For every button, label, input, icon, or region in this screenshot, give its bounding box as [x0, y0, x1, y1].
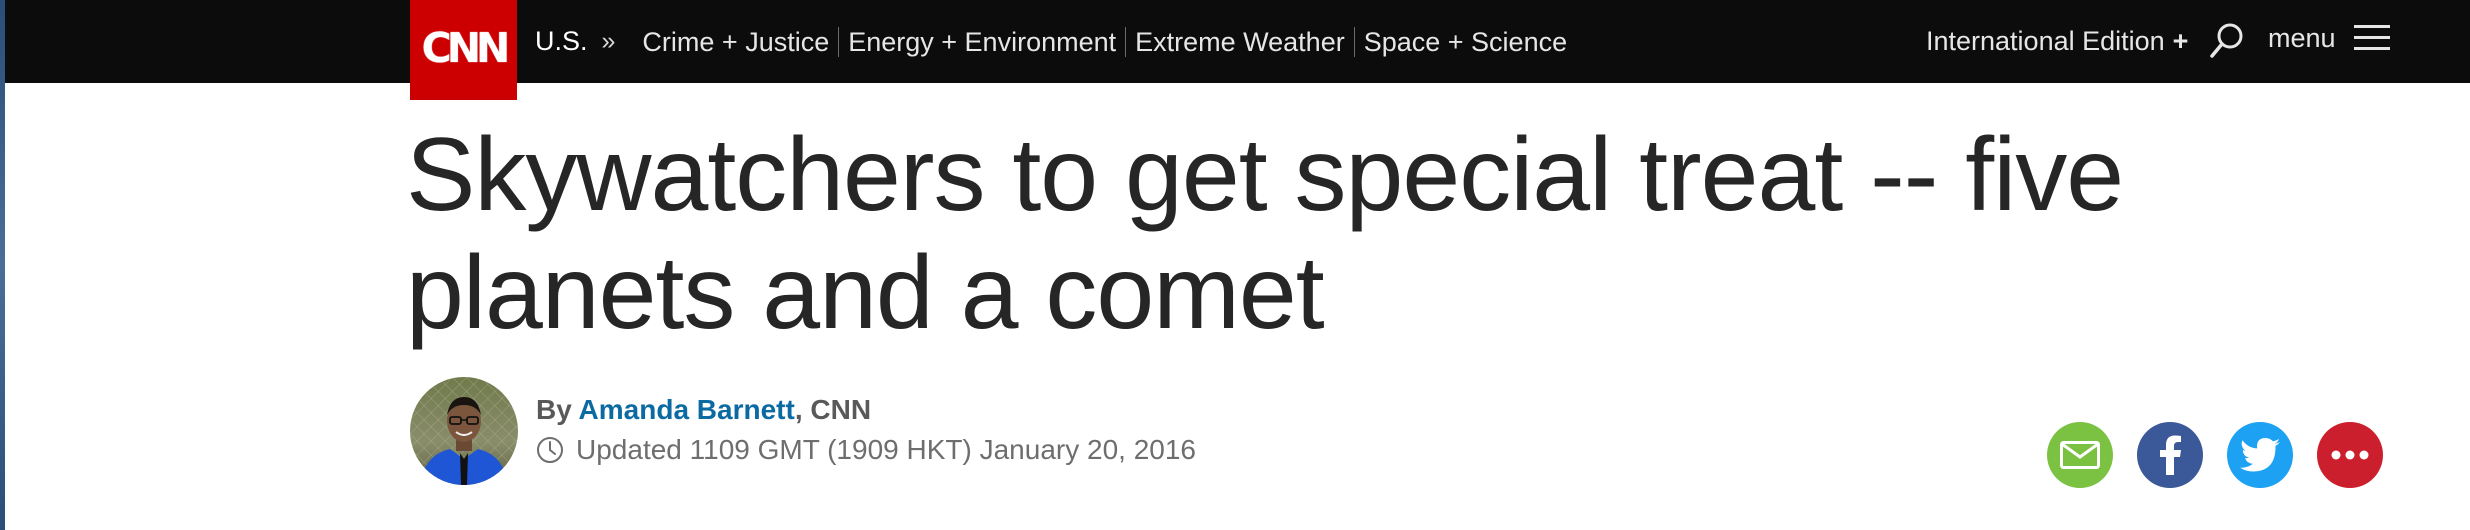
cnn-logo[interactable]: CNN [410, 0, 517, 100]
edition-plus-icon: + [2172, 26, 2189, 56]
share-email-button[interactable] [2047, 422, 2113, 488]
share-more-button[interactable] [2317, 422, 2383, 488]
author-link[interactable]: Amanda Barnett [579, 394, 795, 425]
byline-source: , CNN [794, 394, 872, 425]
edition-selector[interactable]: International Edition + [1926, 0, 2188, 83]
more-dots-icon [2331, 450, 2369, 460]
section-nav: U.S. » Crime + Justice Energy + Environm… [535, 0, 1576, 83]
nav-item-energy-environment[interactable]: Energy + Environment [839, 26, 1127, 57]
twitter-bird-icon [2240, 438, 2280, 472]
facebook-icon [2160, 435, 2181, 475]
edition-label: International Edition [1926, 26, 2165, 56]
updated-timestamp: Updated 1109 GMT (1909 HKT) January 20, … [536, 434, 1196, 466]
search-icon[interactable] [2208, 21, 2246, 61]
menu-button[interactable]: menu [2268, 0, 2336, 76]
nav-item-extreme-weather[interactable]: Extreme Weather [1126, 26, 1355, 57]
updated-text: Updated 1109 GMT (1909 HKT) January 20, … [576, 434, 1196, 465]
hamburger-menu-icon[interactable] [2354, 25, 2390, 53]
share-twitter-button[interactable] [2227, 422, 2293, 488]
nav-item-space-science[interactable]: Space + Science [1355, 27, 1576, 57]
byline-prefix: By [536, 394, 572, 425]
nav-item-crime-justice[interactable]: Crime + Justice [633, 26, 840, 57]
clock-icon [537, 437, 563, 463]
author-avatar[interactable] [410, 377, 518, 485]
article-headline: Skywatchers to get special treat -- five… [406, 117, 2124, 351]
byline: By Amanda Barnett, CNN [536, 394, 871, 426]
envelope-icon [2060, 441, 2100, 469]
breadcrumb-separator: » [601, 27, 616, 55]
nav-section-us[interactable]: U.S. [535, 26, 588, 57]
logo-text: CNN [421, 23, 511, 72]
share-facebook-button[interactable] [2137, 422, 2203, 488]
